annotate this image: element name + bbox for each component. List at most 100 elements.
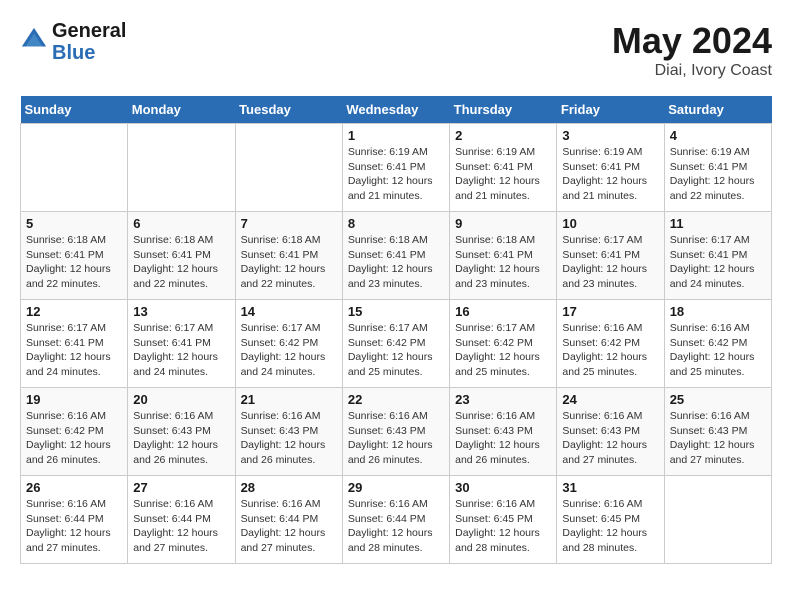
calendar-cell: 7 Sunrise: 6:18 AMSunset: 6:41 PMDaylight… [235, 212, 342, 300]
day-info: Sunrise: 6:18 AMSunset: 6:41 PMDaylight:… [455, 233, 551, 292]
day-info: Sunrise: 6:18 AMSunset: 6:41 PMDaylight:… [26, 233, 122, 292]
day-number: 22 [348, 392, 444, 407]
calendar-cell: 3 Sunrise: 6:19 AMSunset: 6:41 PMDaylight… [557, 124, 664, 212]
day-info: Sunrise: 6:19 AMSunset: 6:41 PMDaylight:… [455, 145, 551, 204]
day-info: Sunrise: 6:19 AMSunset: 6:41 PMDaylight:… [348, 145, 444, 204]
calendar-cell: 25 Sunrise: 6:16 AMSunset: 6:43 PMDayligh… [664, 388, 771, 476]
calendar-cell: 13Sunrise: 6:17 AMSunset: 6:41 PMDayligh… [128, 300, 235, 388]
calendar-cell: 18 Sunrise: 6:16 AMSunset: 6:42 PMDayligh… [664, 300, 771, 388]
calendar-cell: 9 Sunrise: 6:18 AMSunset: 6:41 PMDaylight… [450, 212, 557, 300]
calendar-cell: 17 Sunrise: 6:16 AMSunset: 6:42 PMDayligh… [557, 300, 664, 388]
day-info: Sunrise: 6:16 AMSunset: 6:42 PMDaylight:… [562, 321, 658, 380]
calendar-cell: 2Sunrise: 6:19 AMSunset: 6:41 PMDaylight… [450, 124, 557, 212]
day-number: 11 [670, 216, 766, 231]
header: General Blue May 2024 Diai, Ivory Coast [20, 20, 772, 80]
day-info: Sunrise: 6:16 AMSunset: 6:43 PMDaylight:… [133, 409, 229, 468]
calendar-cell [128, 124, 235, 212]
day-info: Sunrise: 6:17 AMSunset: 6:41 PMDaylight:… [26, 321, 122, 380]
location: Diai, Ivory Coast [612, 62, 772, 80]
calendar-cell: 20 Sunrise: 6:16 AMSunset: 6:43 PMDayligh… [128, 388, 235, 476]
day-info: Sunrise: 6:16 AMSunset: 6:43 PMDaylight:… [241, 409, 337, 468]
day-number: 23 [455, 392, 551, 407]
weekday-header-thursday: Thursday [450, 96, 557, 124]
calendar-cell: 5 Sunrise: 6:18 AMSunset: 6:41 PMDaylight… [21, 212, 128, 300]
calendar-cell: 19 Sunrise: 6:16 AMSunset: 6:42 PMDayligh… [21, 388, 128, 476]
day-number: 1 [348, 128, 444, 143]
day-number: 18 [670, 304, 766, 319]
calendar-cell: 6Sunrise: 6:18 AMSunset: 6:41 PMDaylight… [128, 212, 235, 300]
weekday-header-wednesday: Wednesday [342, 96, 449, 124]
day-info: Sunrise: 6:16 AMSunset: 6:42 PMDaylight:… [670, 321, 766, 380]
week-row-2: 12 Sunrise: 6:17 AMSunset: 6:41 PMDayligh… [21, 300, 772, 388]
day-number: 5 [26, 216, 122, 231]
week-row-0: 1 Sunrise: 6:19 AMSunset: 6:41 PMDaylight… [21, 124, 772, 212]
calendar-cell: 27 Sunrise: 6:16 AMSunset: 6:44 PMDayligh… [128, 476, 235, 564]
logo: General Blue [20, 20, 126, 64]
calendar-cell: 1 Sunrise: 6:19 AMSunset: 6:41 PMDaylight… [342, 124, 449, 212]
calendar-cell: 24 Sunrise: 6:16 AMSunset: 6:43 PMDayligh… [557, 388, 664, 476]
day-number: 25 [670, 392, 766, 407]
weekday-header-row: SundayMondayTuesdayWednesdayThursdayFrid… [21, 96, 772, 124]
calendar: SundayMondayTuesdayWednesdayThursdayFrid… [20, 96, 772, 564]
day-info: Sunrise: 6:17 AMSunset: 6:42 PMDaylight:… [348, 321, 444, 380]
calendar-cell [235, 124, 342, 212]
weekday-header-tuesday: Tuesday [235, 96, 342, 124]
week-row-4: 26Sunrise: 6:16 AMSunset: 6:44 PMDayligh… [21, 476, 772, 564]
day-info: Sunrise: 6:16 AMSunset: 6:45 PMDaylight:… [455, 497, 551, 556]
week-row-1: 5 Sunrise: 6:18 AMSunset: 6:41 PMDaylight… [21, 212, 772, 300]
day-info: Sunrise: 6:16 AMSunset: 6:44 PMDaylight:… [133, 497, 229, 556]
day-info: Sunrise: 6:18 AMSunset: 6:41 PMDaylight:… [241, 233, 337, 292]
day-number: 6 [133, 216, 229, 231]
day-info: Sunrise: 6:16 AMSunset: 6:43 PMDaylight:… [348, 409, 444, 468]
calendar-cell: 4 Sunrise: 6:19 AMSunset: 6:41 PMDaylight… [664, 124, 771, 212]
day-number: 30 [455, 480, 551, 495]
calendar-cell: 28Sunrise: 6:16 AMSunset: 6:44 PMDayligh… [235, 476, 342, 564]
day-number: 17 [562, 304, 658, 319]
day-number: 3 [562, 128, 658, 143]
calendar-cell: 30 Sunrise: 6:16 AMSunset: 6:45 PMDayligh… [450, 476, 557, 564]
day-number: 10 [562, 216, 658, 231]
day-number: 15 [348, 304, 444, 319]
calendar-cell: 12 Sunrise: 6:17 AMSunset: 6:41 PMDayligh… [21, 300, 128, 388]
day-number: 28 [241, 480, 337, 495]
logo-text-line2: Blue [52, 42, 126, 64]
day-number: 14 [241, 304, 337, 319]
title-area: May 2024 Diai, Ivory Coast [612, 20, 772, 80]
day-info: Sunrise: 6:19 AMSunset: 6:41 PMDaylight:… [670, 145, 766, 204]
calendar-cell: 15 Sunrise: 6:17 AMSunset: 6:42 PMDayligh… [342, 300, 449, 388]
day-number: 4 [670, 128, 766, 143]
day-info: Sunrise: 6:17 AMSunset: 6:42 PMDaylight:… [455, 321, 551, 380]
calendar-cell: 11 Sunrise: 6:17 AMSunset: 6:41 PMDayligh… [664, 212, 771, 300]
weekday-header-monday: Monday [128, 96, 235, 124]
day-info: Sunrise: 6:16 AMSunset: 6:43 PMDaylight:… [670, 409, 766, 468]
day-number: 24 [562, 392, 658, 407]
calendar-cell: 29Sunrise: 6:16 AMSunset: 6:44 PMDayligh… [342, 476, 449, 564]
day-info: Sunrise: 6:16 AMSunset: 6:44 PMDaylight:… [348, 497, 444, 556]
calendar-cell [664, 476, 771, 564]
day-number: 12 [26, 304, 122, 319]
calendar-cell: 8 Sunrise: 6:18 AMSunset: 6:41 PMDaylight… [342, 212, 449, 300]
calendar-cell: 23Sunrise: 6:16 AMSunset: 6:43 PMDayligh… [450, 388, 557, 476]
calendar-cell: 16Sunrise: 6:17 AMSunset: 6:42 PMDayligh… [450, 300, 557, 388]
logo-icon [20, 26, 48, 54]
day-info: Sunrise: 6:18 AMSunset: 6:41 PMDaylight:… [348, 233, 444, 292]
day-info: Sunrise: 6:17 AMSunset: 6:41 PMDaylight:… [133, 321, 229, 380]
day-info: Sunrise: 6:16 AMSunset: 6:44 PMDaylight:… [26, 497, 122, 556]
day-number: 19 [26, 392, 122, 407]
logo-text-line1: General [52, 20, 126, 42]
calendar-cell [21, 124, 128, 212]
day-number: 31 [562, 480, 658, 495]
day-number: 20 [133, 392, 229, 407]
day-number: 7 [241, 216, 337, 231]
weekday-header-sunday: Sunday [21, 96, 128, 124]
calendar-cell: 14Sunrise: 6:17 AMSunset: 6:42 PMDayligh… [235, 300, 342, 388]
week-row-3: 19 Sunrise: 6:16 AMSunset: 6:42 PMDayligh… [21, 388, 772, 476]
weekday-header-friday: Friday [557, 96, 664, 124]
day-number: 9 [455, 216, 551, 231]
day-info: Sunrise: 6:16 AMSunset: 6:42 PMDaylight:… [26, 409, 122, 468]
day-info: Sunrise: 6:19 AMSunset: 6:41 PMDaylight:… [562, 145, 658, 204]
day-info: Sunrise: 6:16 AMSunset: 6:43 PMDaylight:… [562, 409, 658, 468]
day-info: Sunrise: 6:17 AMSunset: 6:41 PMDaylight:… [670, 233, 766, 292]
day-number: 27 [133, 480, 229, 495]
day-number: 8 [348, 216, 444, 231]
